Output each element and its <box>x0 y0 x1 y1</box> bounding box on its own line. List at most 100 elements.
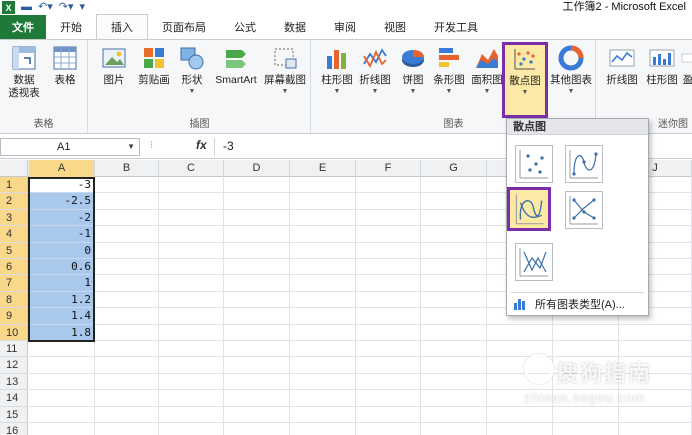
cell-a6[interactable]: 0.6 <box>29 259 94 276</box>
cell[interactable] <box>95 177 159 194</box>
cell[interactable] <box>619 324 692 341</box>
cell[interactable] <box>290 308 356 325</box>
tab-formulas[interactable]: 公式 <box>220 15 270 39</box>
row-header-16[interactable]: 16 <box>0 423 28 435</box>
tab-page-layout[interactable]: 页面布局 <box>148 15 220 39</box>
cell[interactable] <box>159 423 224 435</box>
cell-a9[interactable]: 1.4 <box>29 308 94 325</box>
pivot-table-button[interactable]: 数据 透视表 <box>2 44 46 100</box>
cell[interactable] <box>487 324 553 341</box>
column-header-f[interactable]: F <box>356 160 421 177</box>
cell[interactable] <box>95 308 159 325</box>
scatter-chart-button[interactable]: 散点图 ▼ <box>502 42 548 118</box>
cell-a1[interactable]: -3 <box>29 177 94 194</box>
cell[interactable] <box>95 357 159 374</box>
cell[interactable] <box>356 209 421 227</box>
cell[interactable] <box>356 177 421 194</box>
cell[interactable] <box>95 324 159 341</box>
cell[interactable] <box>421 324 487 341</box>
tab-developer[interactable]: 开发工具 <box>420 15 492 39</box>
cell[interactable] <box>290 357 356 374</box>
select-all-corner[interactable] <box>0 160 28 177</box>
cell[interactable] <box>224 341 290 358</box>
sparkline-winloss-button[interactable]: 盈 <box>681 44 692 87</box>
cell[interactable] <box>29 357 95 374</box>
cell-a7[interactable]: 1 <box>29 275 94 292</box>
cell[interactable] <box>159 275 224 292</box>
row-header-4[interactable]: 4 <box>0 226 28 243</box>
cell-a4[interactable]: -1 <box>29 226 94 243</box>
cell[interactable] <box>356 341 421 358</box>
save-icon[interactable]: ▬ <box>21 1 32 14</box>
tab-review[interactable]: 审阅 <box>320 15 370 39</box>
cell[interactable] <box>290 226 356 243</box>
sparkline-line-button[interactable]: 折线图 <box>601 44 643 87</box>
shapes-button[interactable]: 形状 ▼ <box>171 44 213 96</box>
scatter-smooth-lines-option[interactable] <box>507 187 551 231</box>
row-header-15[interactable]: 15 <box>0 406 28 423</box>
cell[interactable] <box>29 423 95 435</box>
cell[interactable] <box>290 275 356 292</box>
cell[interactable] <box>224 259 290 276</box>
name-box[interactable]: A1 ▼ <box>0 138 140 156</box>
tab-home[interactable]: 开始 <box>46 15 96 39</box>
cell[interactable] <box>159 193 224 210</box>
row-header-6[interactable]: 6 <box>0 259 28 276</box>
scatter-markers-only-option[interactable] <box>515 145 553 183</box>
row-header-10[interactable]: 10 <box>0 324 28 341</box>
cell[interactable] <box>224 291 290 309</box>
other-charts-button[interactable]: 其他图表 ▼ <box>548 44 594 96</box>
row-header-14[interactable]: 14 <box>0 390 28 407</box>
cell[interactable] <box>29 390 95 407</box>
cell[interactable] <box>224 390 290 407</box>
cell[interactable] <box>553 423 619 435</box>
cell[interactable] <box>159 209 224 227</box>
all-chart-types-item[interactable]: 所有图表类型(A)... <box>513 296 625 312</box>
cell[interactable] <box>29 373 95 391</box>
cell[interactable] <box>95 259 159 276</box>
cell[interactable] <box>290 259 356 276</box>
cell[interactable] <box>421 226 487 243</box>
column-header-e[interactable]: E <box>290 160 356 177</box>
cell[interactable] <box>224 177 290 194</box>
cell[interactable] <box>487 423 553 435</box>
cell[interactable] <box>356 259 421 276</box>
cell[interactable] <box>95 226 159 243</box>
smartart-button[interactable]: SmartArt <box>209 44 263 87</box>
table-button[interactable]: 表格 <box>44 44 86 87</box>
cell[interactable] <box>421 308 487 325</box>
cell[interactable] <box>290 324 356 341</box>
cell[interactable] <box>95 242 159 259</box>
cell[interactable] <box>356 193 421 210</box>
cell[interactable] <box>159 259 224 276</box>
insert-function-icon[interactable]: fx <box>196 138 207 152</box>
cell[interactable] <box>224 193 290 210</box>
cell[interactable] <box>290 423 356 435</box>
cell[interactable] <box>95 390 159 407</box>
cell-a3[interactable]: -2 <box>29 209 94 227</box>
cell[interactable] <box>553 324 619 341</box>
cell[interactable] <box>224 324 290 341</box>
column-header-g[interactable]: G <box>421 160 487 177</box>
cell[interactable] <box>421 177 487 194</box>
cell[interactable] <box>356 373 421 391</box>
cell[interactable] <box>356 406 421 423</box>
cell[interactable] <box>224 357 290 374</box>
cell[interactable] <box>421 390 487 407</box>
formula-bar-splitter-icon[interactable]: ⁝ <box>150 140 153 151</box>
cell[interactable] <box>356 324 421 341</box>
row-header-7[interactable]: 7 <box>0 275 28 292</box>
tab-data[interactable]: 数据 <box>270 15 320 39</box>
column-header-d[interactable]: D <box>224 160 290 177</box>
cell[interactable] <box>421 193 487 210</box>
row-header-13[interactable]: 13 <box>0 373 28 391</box>
cell[interactable] <box>421 259 487 276</box>
cell[interactable] <box>421 242 487 259</box>
line-chart-button[interactable]: 折线图 ▼ <box>354 44 396 96</box>
row-header-2[interactable]: 2 <box>0 193 28 210</box>
cell[interactable] <box>290 373 356 391</box>
cell[interactable] <box>356 242 421 259</box>
cell[interactable] <box>619 423 692 435</box>
cell-a10[interactable]: 1.8 <box>29 324 94 341</box>
cell[interactable] <box>356 291 421 309</box>
